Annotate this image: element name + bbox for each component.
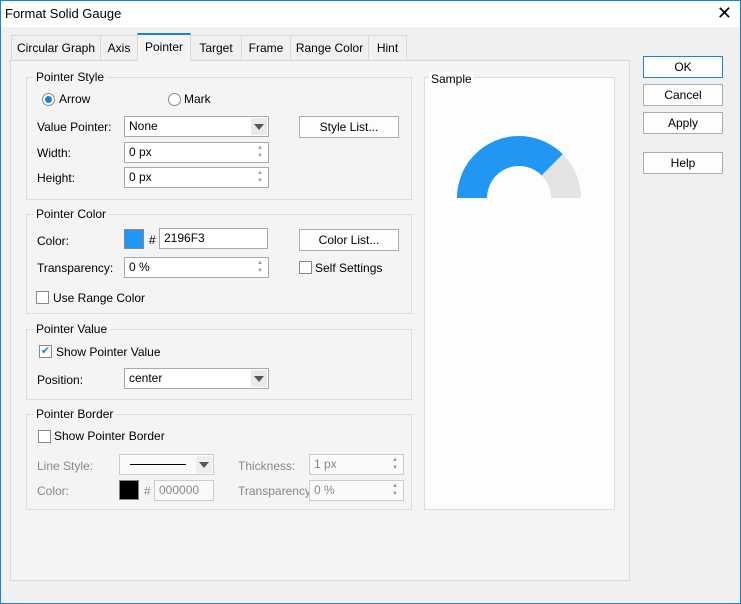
show-pointer-value-label: Show Pointer Value [56,345,161,359]
thickness-spinner[interactable]: 1 px ▲ ▼ [309,454,404,475]
transparency-label: Transparency: [37,261,114,275]
group-title: Pointer Style [33,70,108,84]
color-list-button[interactable]: Color List... [299,229,399,251]
hash-label: # [144,484,151,498]
transparency-spinner[interactable]: 0 % ▲ ▼ [124,257,269,278]
title-bar: Format Solid Gauge ✕ [1,1,740,27]
position-value: center [129,371,163,385]
tab-circular-graph[interactable]: Circular Graph [11,35,101,60]
border-transparency-value: 0 % [314,483,335,497]
group-title: Pointer Color [33,207,110,221]
height-spinner[interactable]: 0 px ▲ ▼ [124,167,269,188]
ok-button[interactable]: OK [643,56,723,78]
spinner-arrows-icon[interactable]: ▲ ▼ [253,259,267,276]
spinner-arrows-icon[interactable]: ▲ ▼ [388,482,402,499]
height-label: Height: [37,171,76,185]
border-color-swatch[interactable] [119,480,139,500]
spinner-arrows-icon[interactable]: ▲ ▼ [388,456,402,473]
color-label: Color: [37,234,70,248]
tab-pointer[interactable]: Pointer [137,33,191,61]
width-label: Width: [37,146,72,160]
thickness-label: Thickness: [238,459,296,473]
sample-preview: Sample [424,72,615,510]
color-hex-input[interactable]: 2196F3 [159,228,268,249]
value-pointer-label: Value Pointer: [37,120,112,134]
border-transparency-spinner[interactable]: 0 % ▲ ▼ [309,480,404,501]
mark-label: Mark [184,92,211,106]
width-spinner[interactable]: 0 px ▲ ▼ [124,142,269,163]
value-pointer-value: None [129,119,158,133]
spinner-arrows-icon[interactable]: ▲ ▼ [253,169,267,186]
border-color-label: Color: [37,484,70,498]
position-label: Position: [37,373,84,387]
chevron-down-icon [196,456,212,473]
chevron-down-icon [251,370,267,387]
tab-panel: Pointer Style Arrow Mark Value Pointer: … [10,60,630,581]
tab-hint[interactable]: Hint [368,35,407,60]
group-title: Pointer Border [33,407,117,421]
height-value: 0 px [129,170,152,184]
transparency-value: 0 % [129,260,150,274]
show-pointer-border-label: Show Pointer Border [54,429,165,443]
pointer-value-group: Pointer Value [26,322,412,400]
tab-axis[interactable]: Axis [100,35,138,60]
self-settings-checkbox[interactable] [299,261,312,274]
use-range-color-label: Use Range Color [53,291,146,305]
arrow-label: Arrow [59,92,91,106]
tab-frame[interactable]: Frame [241,35,291,60]
show-pointer-border-checkbox[interactable] [38,430,51,443]
apply-button[interactable]: Apply [643,112,723,134]
show-pointer-value-checkbox[interactable]: ✔ [39,345,52,358]
value-pointer-dropdown[interactable]: None [124,116,269,137]
use-range-color-checkbox[interactable] [36,291,49,304]
spinner-arrows-icon[interactable]: ▲ ▼ [253,144,267,161]
style-list-button[interactable]: Style List... [299,116,399,138]
tab-range-color[interactable]: Range Color [290,35,369,60]
line-style-dropdown[interactable] [119,454,214,475]
line-style-label: Line Style: [37,459,94,473]
group-title: Pointer Value [33,322,111,336]
position-dropdown[interactable]: center [124,368,269,389]
thickness-value: 1 px [314,457,337,471]
gauge-svg [457,136,581,198]
border-color-hex-input[interactable]: 000000 [154,480,214,501]
width-value: 0 px [129,145,152,159]
arrow-radio[interactable] [42,93,55,106]
color-swatch[interactable] [124,229,144,249]
window-title: Format Solid Gauge [5,6,122,21]
close-icon[interactable]: ✕ [717,3,732,24]
help-button[interactable]: Help [643,152,723,174]
hash-label: # [149,233,156,247]
border-transparency-label: Transparency: [238,484,315,498]
self-settings-label: Self Settings [315,261,383,275]
line-style-preview [130,464,186,465]
gauge-fill [457,136,563,198]
cancel-button[interactable]: Cancel [643,84,723,106]
tab-target[interactable]: Target [190,35,242,60]
mark-radio[interactable] [168,93,181,106]
chevron-down-icon [251,118,267,135]
